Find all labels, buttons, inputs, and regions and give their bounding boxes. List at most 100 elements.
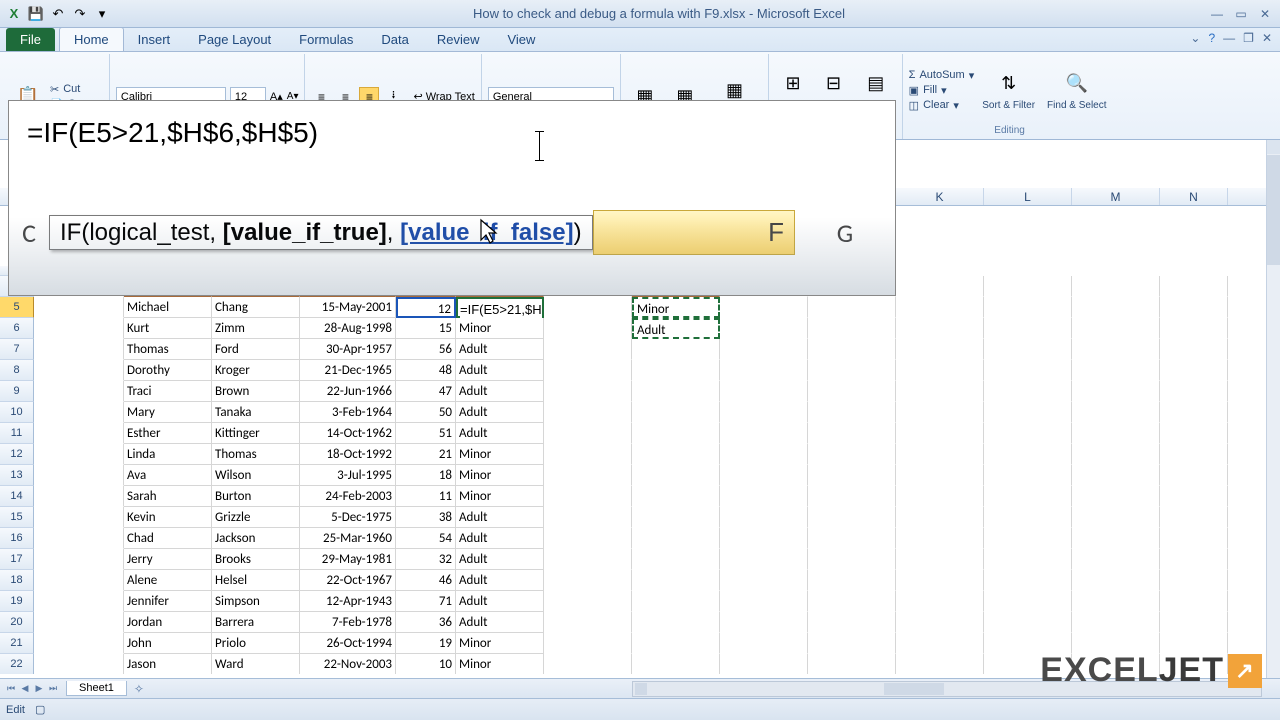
table-cell-birthdate[interactable]: 3-Jul-1995 (300, 465, 396, 486)
qat-dropdown-icon[interactable]: ▾ (92, 4, 112, 24)
cell[interactable] (34, 549, 124, 570)
cell[interactable] (896, 591, 984, 612)
cell[interactable] (632, 591, 720, 612)
macro-record-icon[interactable]: ▢ (35, 703, 45, 716)
table-cell-first[interactable]: Traci (124, 381, 212, 402)
cell[interactable] (34, 339, 124, 360)
help-icon[interactable]: ? (1208, 31, 1215, 45)
cell[interactable] (1072, 402, 1160, 423)
cell[interactable] (1072, 297, 1160, 318)
cell[interactable] (632, 402, 720, 423)
cell[interactable] (34, 633, 124, 654)
vertical-scrollbar[interactable] (1266, 140, 1280, 678)
cell[interactable] (720, 339, 808, 360)
cell[interactable] (1160, 423, 1228, 444)
row-header[interactable]: 11 (0, 423, 34, 444)
cell[interactable] (34, 528, 124, 549)
cell[interactable] (896, 507, 984, 528)
cell[interactable] (720, 507, 808, 528)
cell[interactable] (632, 423, 720, 444)
table-cell-first[interactable]: Jerry (124, 549, 212, 570)
cell[interactable] (1160, 528, 1228, 549)
table-cell-birthdate[interactable]: 15-May-2001 (300, 297, 396, 318)
sort-filter-button[interactable]: ⇅Sort & Filter (978, 68, 1039, 113)
cell[interactable] (896, 297, 984, 318)
cell[interactable] (720, 381, 808, 402)
find-select-button[interactable]: 🔍Find & Select (1043, 68, 1110, 113)
table-cell-birthdate[interactable]: 7-Feb-1978 (300, 612, 396, 633)
cell[interactable] (544, 486, 632, 507)
table-cell-birthdate[interactable]: 30-Apr-1957 (300, 339, 396, 360)
worksheet-grid[interactable]: 3 4 First Last Birthdate Age Status Stat… (0, 266, 1266, 674)
table-cell-birthdate[interactable]: 5-Dec-1975 (300, 507, 396, 528)
cell[interactable] (808, 360, 896, 381)
table-cell-birthdate[interactable]: 14-Oct-1962 (300, 423, 396, 444)
cell[interactable] (720, 402, 808, 423)
table-cell-status[interactable]: Minor (456, 486, 544, 507)
row-header[interactable]: 12 (0, 444, 34, 465)
col-header-M[interactable]: M (1072, 188, 1160, 205)
cell[interactable] (1072, 591, 1160, 612)
cell[interactable] (896, 381, 984, 402)
cell[interactable] (720, 465, 808, 486)
cell[interactable] (808, 549, 896, 570)
sheet-nav-first-icon[interactable]: ⏮ (4, 683, 18, 694)
table-cell-last[interactable]: Simpson (212, 591, 300, 612)
cell[interactable] (808, 423, 896, 444)
cell[interactable] (984, 570, 1072, 591)
table-cell-first[interactable]: Jennifer (124, 591, 212, 612)
table-cell-last[interactable]: Burton (212, 486, 300, 507)
table-cell-first[interactable]: Dorothy (124, 360, 212, 381)
cell[interactable] (896, 402, 984, 423)
table-cell-birthdate[interactable]: 26-Oct-1994 (300, 633, 396, 654)
minimize-button[interactable]: — (1206, 5, 1228, 23)
cell[interactable] (1160, 444, 1228, 465)
cell[interactable] (632, 339, 720, 360)
cell[interactable] (896, 423, 984, 444)
table-cell-last[interactable]: Kittinger (212, 423, 300, 444)
table-cell-age[interactable]: 19 (396, 633, 456, 654)
table-cell-first[interactable]: Esther (124, 423, 212, 444)
redo-icon[interactable]: ↷ (70, 4, 90, 24)
table-cell-birthdate[interactable]: 25-Mar-1960 (300, 528, 396, 549)
cell[interactable] (896, 339, 984, 360)
cell[interactable] (896, 465, 984, 486)
table-cell-age[interactable]: 10 (396, 654, 456, 674)
table-cell-last[interactable]: Brown (212, 381, 300, 402)
cell[interactable] (632, 360, 720, 381)
cell[interactable] (984, 402, 1072, 423)
table-cell-last[interactable]: Kroger (212, 360, 300, 381)
cell[interactable] (1160, 591, 1228, 612)
row-header[interactable]: 19 (0, 591, 34, 612)
tab-insert[interactable]: Insert (124, 28, 185, 51)
table-cell-age[interactable]: 51 (396, 423, 456, 444)
cell[interactable] (632, 444, 720, 465)
cell[interactable] (808, 612, 896, 633)
table-cell-age[interactable]: 48 (396, 360, 456, 381)
cell[interactable] (896, 360, 984, 381)
table-cell-status[interactable]: Minor (456, 444, 544, 465)
row-header[interactable]: 15 (0, 507, 34, 528)
cell[interactable] (720, 633, 808, 654)
table-cell-first[interactable]: Michael (124, 297, 212, 318)
cell[interactable] (720, 360, 808, 381)
table-cell-first[interactable]: Linda (124, 444, 212, 465)
table-cell-birthdate[interactable]: 29-May-1981 (300, 549, 396, 570)
cell[interactable] (34, 612, 124, 633)
tab-view[interactable]: View (493, 28, 549, 51)
new-sheet-icon[interactable]: ✧ (127, 682, 151, 696)
cell[interactable] (896, 633, 984, 654)
workbook-close-icon[interactable]: ✕ (1262, 31, 1272, 45)
cell[interactable] (808, 507, 896, 528)
table-cell-status[interactable]: Adult (456, 423, 544, 444)
cell[interactable] (544, 318, 632, 339)
table-cell-status[interactable]: Adult (456, 402, 544, 423)
table-cell-status[interactable]: Adult (456, 339, 544, 360)
cell[interactable] (1072, 381, 1160, 402)
table-cell-last[interactable]: Brooks (212, 549, 300, 570)
cell[interactable] (544, 654, 632, 674)
table-cell-first[interactable]: John (124, 633, 212, 654)
cell[interactable] (34, 360, 124, 381)
function-tooltip[interactable]: IF(logical_test, [value_if_true], [value… (49, 215, 593, 250)
cell[interactable] (632, 486, 720, 507)
